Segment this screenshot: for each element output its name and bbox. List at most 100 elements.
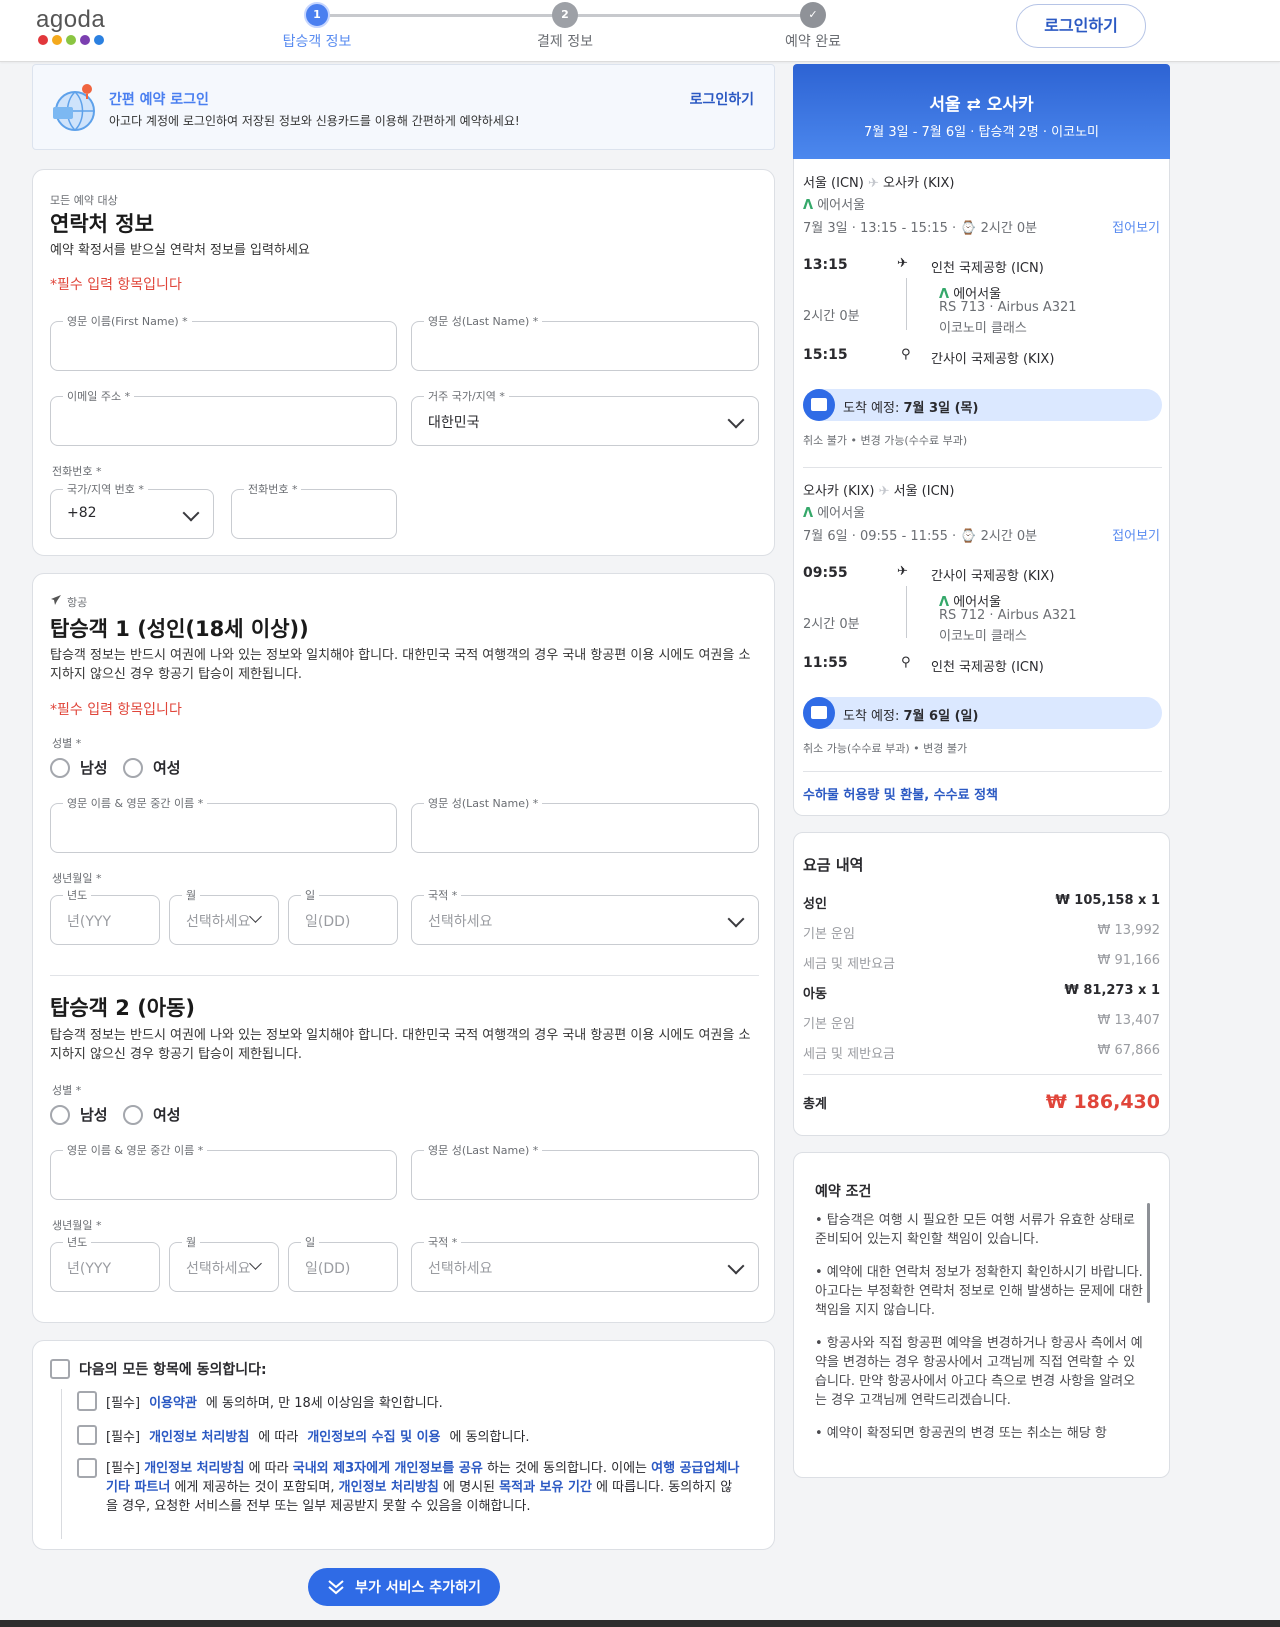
globe-icon — [53, 84, 95, 131]
p2-dob-day-field[interactable]: 일 일(DD) — [288, 1234, 398, 1292]
leg2-flight: RS 712 · Airbus A321 — [939, 608, 1077, 623]
leg1-arr-airport: 간사이 국제공항 (KIX) — [931, 352, 1055, 367]
phone-group-label: 전화번호 * — [52, 465, 102, 478]
double-chevron-down-icon — [328, 1580, 344, 1595]
leg1-policy: 취소 불가 • 변경 가능(수수료 부과) — [803, 434, 968, 447]
leg1-route: 서울 (ICN) ✈ 오사카 (KIX) — [803, 176, 955, 191]
p2-first-name-field[interactable]: 영문 이름 & 영문 중간 이름 * — [50, 1142, 397, 1200]
step-passenger-info: 1 탑승객 정보 — [257, 2, 377, 51]
chevron-down-icon — [182, 504, 200, 522]
leg1-arrival-pill: 도착 예정: 7월 3일 (목) — [803, 389, 1162, 421]
leg2-airline: ᐱ 에어서울 — [803, 506, 866, 521]
p2-dob-year-field[interactable]: 년도 년(YYY — [50, 1234, 160, 1292]
top-header: agoda 1 탑승객 정보 2 결제 정보 ✓ 예약 완료 로그인하기 — [0, 0, 1280, 62]
agree-all-checkbox[interactable]: 다음의 모든 항목에 동의합니다: — [50, 1359, 267, 1379]
check-icon: ✓ — [800, 2, 826, 28]
chevron-down-icon — [727, 1257, 745, 1275]
banner-title: 간편 예약 로그인 — [109, 92, 209, 108]
passenger1-title: 탑승객 1 (성인(18세 이상)) — [50, 617, 309, 641]
p2-nationality-select[interactable]: 국적 * 선택하세요 — [411, 1234, 759, 1292]
terms-link[interactable]: 이용약관 — [149, 1392, 197, 1411]
progress-stepper: 1 탑승객 정보 2 결제 정보 ✓ 예약 완료 — [255, 2, 855, 52]
location-pin-icon: ⚲ — [901, 347, 911, 362]
bottom-bar — [0, 1620, 1280, 1627]
leg1-collapse-link[interactable]: 접어보기 — [1112, 217, 1160, 236]
checkbox[interactable] — [77, 1425, 97, 1445]
p1-female-radio[interactable]: 여성 — [123, 757, 181, 778]
leg2-meta: 7월 6일 · 09:55 - 11:55 · ⌚ 2시간 0분 — [803, 529, 1038, 544]
route-title: 서울 ⇄ 오사카 — [929, 95, 1034, 115]
chevron-down-icon — [727, 910, 745, 928]
p2-male-radio[interactable]: 남성 — [50, 1104, 108, 1125]
leg1-meta: 7월 3일 · 13:15 - 15:15 · ⌚ 2시간 0분 — [803, 221, 1038, 236]
passenger2-desc: 탑승객 정보는 반드시 여권에 나와 있는 정보와 일치해야 합니다. 대한민국… — [50, 1028, 751, 1062]
conditions-title: 예약 조건 — [815, 1184, 872, 1200]
adult-tax-row: 세금 및 제반요금 ₩ 91,166 — [803, 953, 1160, 972]
p1-male-radio[interactable]: 남성 — [50, 757, 108, 778]
p1-nationality-select[interactable]: 국적 * 선택하세요 — [411, 887, 759, 945]
leg1-dep-airport: 인천 국제공항 (ICN) — [931, 261, 1044, 276]
collection-use-link[interactable]: 개인정보의 수집 및 이용 — [307, 1426, 440, 1445]
agree-terms-item[interactable]: [필수] 이용약관 에 동의하며, 만 18세 이상임을 확인합니다. — [77, 1391, 443, 1411]
leg1-arr-time: 15:15 — [803, 347, 848, 363]
leg2-collapse-link[interactable]: 접어보기 — [1112, 525, 1160, 544]
last-name-field[interactable]: 영문 성(Last Name) * — [411, 313, 759, 371]
banner-login-link[interactable]: 로그인하기 — [690, 89, 754, 109]
scrollbar[interactable] — [1147, 1203, 1150, 1303]
itinerary-details: 서울 (ICN) ✈ 오사카 (KIX) ᐱ 에어서울 7월 3일 · 13:1… — [793, 159, 1170, 816]
p1-dob-day-field[interactable]: 일 일(DD) — [288, 887, 398, 945]
checkbox[interactable] — [77, 1391, 97, 1411]
privacy-policy-link[interactable]: 개인정보 처리방침 — [149, 1426, 249, 1445]
add-services-button[interactable]: 부가 서비스 추가하기 — [308, 1568, 500, 1606]
dob-label: 생년월일 * — [52, 872, 102, 885]
p1-last-name-field[interactable]: 영문 성(Last Name) * — [411, 795, 759, 853]
calendar-icon — [803, 697, 835, 729]
country-select[interactable]: 거주 국가/지역 * 대한민국 — [411, 388, 759, 446]
agoda-logo[interactable]: agoda — [36, 6, 105, 45]
leg1-airline: ᐱ 에어서울 — [803, 198, 866, 213]
agree-privacy-item[interactable]: [필수] 개인정보 처리방침 에 따라 개인정보의 수집 및 이용 에 동의합니… — [77, 1425, 530, 1445]
quick-login-banner: 간편 예약 로그인 아고다 계정에 로그인하여 저장된 정보와 신용카드를 이용… — [32, 64, 775, 150]
retention-link[interactable]: 목적과 보유 기간 — [499, 1480, 592, 1495]
agreement-card: 다음의 모든 항목에 동의합니다: [필수] 이용약관 에 동의하며, 만 18… — [32, 1340, 775, 1550]
leg2-arr-time: 11:55 — [803, 655, 848, 671]
logo-dots — [38, 35, 105, 45]
leg2-duration: 2시간 0분 — [803, 617, 860, 632]
leg2-arrival-pill: 도착 예정: 7월 6일 (일) — [803, 697, 1162, 729]
p1-first-name-field[interactable]: 영문 이름 & 영문 중간 이름 * — [50, 795, 397, 853]
p2-last-name-field[interactable]: 영문 성(Last Name) * — [411, 1142, 759, 1200]
leg1-cabin: 이코노미 클래스 — [939, 321, 1027, 336]
banner-desc: 아고다 계정에 로그인하여 저장된 정보와 신용카드를 이용해 간편하게 예약하… — [109, 114, 520, 128]
leg1-flight: RS 713 · Airbus A321 — [939, 300, 1077, 315]
contact-title: 연락처 정보 — [50, 212, 154, 236]
p1-dob-year-field[interactable]: 년도 년(YYY — [50, 887, 160, 945]
header-login-button[interactable]: 로그인하기 — [1016, 4, 1146, 48]
privacy-policy-link[interactable]: 개인정보 처리방침 — [339, 1480, 439, 1495]
leg2-dep-time: 09:55 — [803, 565, 848, 581]
required-note: *필수 입력 항목입니다 — [50, 277, 182, 293]
leg2-arr-airport: 인천 국제공항 (ICN) — [931, 660, 1044, 675]
leg2-route: 오사카 (KIX) ✈ 서울 (ICN) — [803, 484, 955, 499]
first-name-field[interactable]: 영문 이름(First Name) * — [50, 313, 397, 371]
email-field[interactable]: 이메일 주소 * — [50, 388, 397, 446]
total-row: 총계 ₩ 186,430 — [803, 1091, 1160, 1113]
chevron-down-icon — [727, 411, 745, 429]
phone-number-field[interactable]: 전화번호 * — [231, 481, 397, 539]
baggage-policy-link[interactable]: 수하물 허용량 및 환불, 수수료 정책 — [803, 784, 998, 803]
third-party-share-link[interactable]: 국내외 제3자에게 개인정보를 공유 — [293, 1461, 483, 1476]
gender-label: 성별 * — [52, 737, 82, 750]
contact-info-card: 모든 예약 대상 연락처 정보 예약 확정서를 받으실 연락처 정보를 입력하세… — [32, 169, 775, 556]
leg2-dep-airport: 간사이 국제공항 (KIX) — [931, 569, 1055, 584]
leg1-dep-time: 13:15 — [803, 257, 848, 273]
privacy-policy-link[interactable]: 개인정보 처리방침 — [144, 1461, 244, 1476]
conditions-text[interactable]: • 탑승객은 여행 시 필요한 모든 여행 서류가 유효한 상태로 준비되어 있… — [815, 1211, 1147, 1469]
leg2-cabin: 이코노미 클래스 — [939, 629, 1027, 644]
airplane-icon — [51, 595, 61, 605]
calendar-icon — [803, 389, 835, 421]
checkbox[interactable] — [77, 1458, 97, 1478]
checkbox[interactable] — [50, 1359, 70, 1379]
p2-dob-month-select[interactable]: 월 선택하세요 — [169, 1234, 279, 1292]
p2-female-radio[interactable]: 여성 — [123, 1104, 181, 1125]
phone-code-select[interactable]: 국가/지역 번호 * +82 — [50, 481, 214, 539]
p1-dob-month-select[interactable]: 월 선택하세요 — [169, 887, 279, 945]
